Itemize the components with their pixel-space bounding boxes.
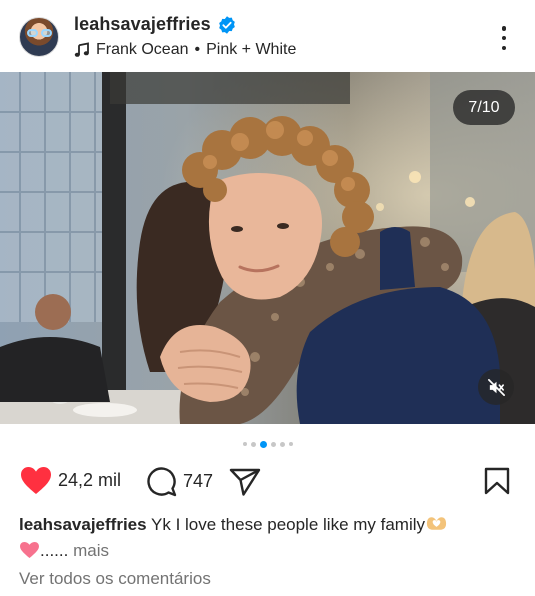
- post-actions: 24,2 mil 747: [0, 460, 535, 504]
- author-avatar[interactable]: [19, 17, 59, 57]
- author-username[interactable]: leahsavajeffries: [74, 14, 211, 35]
- post-header: leahsavajeffries Frank Ocean • Pink + Wh…: [0, 0, 535, 72]
- carousel-dot: [250, 441, 256, 447]
- music-note-icon: [74, 42, 89, 57]
- share-button[interactable]: [229, 468, 261, 496]
- comment-icon: [147, 467, 177, 497]
- more-options-dot: [501, 35, 507, 41]
- photo-illustration: [0, 72, 535, 424]
- caption-text: Yk I love these people like my family: [151, 515, 426, 534]
- avatar-sunglasses-right: [41, 29, 52, 37]
- paper-plane-icon: [229, 468, 261, 496]
- carousel-dot: [279, 441, 285, 447]
- music-artist: Frank Ocean: [96, 41, 189, 58]
- music-row[interactable]: Frank Ocean • Pink + White: [74, 41, 296, 59]
- like-count[interactable]: 24,2 mil: [58, 470, 121, 491]
- carousel-dot-active: [259, 440, 267, 448]
- comment-button[interactable]: 747: [146, 466, 213, 497]
- mute-button[interactable]: [478, 369, 514, 405]
- more-options-dot: [501, 45, 507, 50]
- caption-more-link[interactable]: mais: [73, 541, 109, 560]
- save-button[interactable]: [484, 467, 510, 495]
- verified-badge-icon: [218, 15, 235, 34]
- more-options-icon: [501, 26, 507, 31]
- music-track: Pink + White: [206, 41, 297, 58]
- speaker-muted-icon: [487, 378, 505, 396]
- heart-hands-emoji-icon: [426, 517, 447, 530]
- carousel-counter: 7/10: [453, 90, 515, 125]
- comment-count[interactable]: 747: [183, 471, 213, 492]
- carousel-dot: [288, 442, 293, 446]
- more-options-button[interactable]: [494, 24, 514, 52]
- pink-heart-emoji-icon: [20, 541, 39, 559]
- carousel-dot: [242, 442, 247, 446]
- avatar-sunglasses-left: [27, 29, 38, 37]
- music-separator: •: [194, 41, 201, 58]
- carousel-dot: [270, 441, 276, 447]
- like-button[interactable]: 24,2 mil: [20, 466, 121, 495]
- caption-ellipsis: ......: [40, 541, 69, 560]
- post-photo[interactable]: [0, 72, 535, 424]
- carousel-indicator: [0, 438, 535, 450]
- author-row: leahsavajeffries: [74, 14, 237, 35]
- heart-icon: [21, 467, 51, 494]
- bookmark-icon: [484, 467, 510, 495]
- caption-username[interactable]: leahsavajeffries: [19, 515, 147, 534]
- post-caption: leahsavajeffries Yk I love these people …: [19, 512, 519, 564]
- view-all-comments-link[interactable]: Ver todos os comentários: [19, 569, 211, 589]
